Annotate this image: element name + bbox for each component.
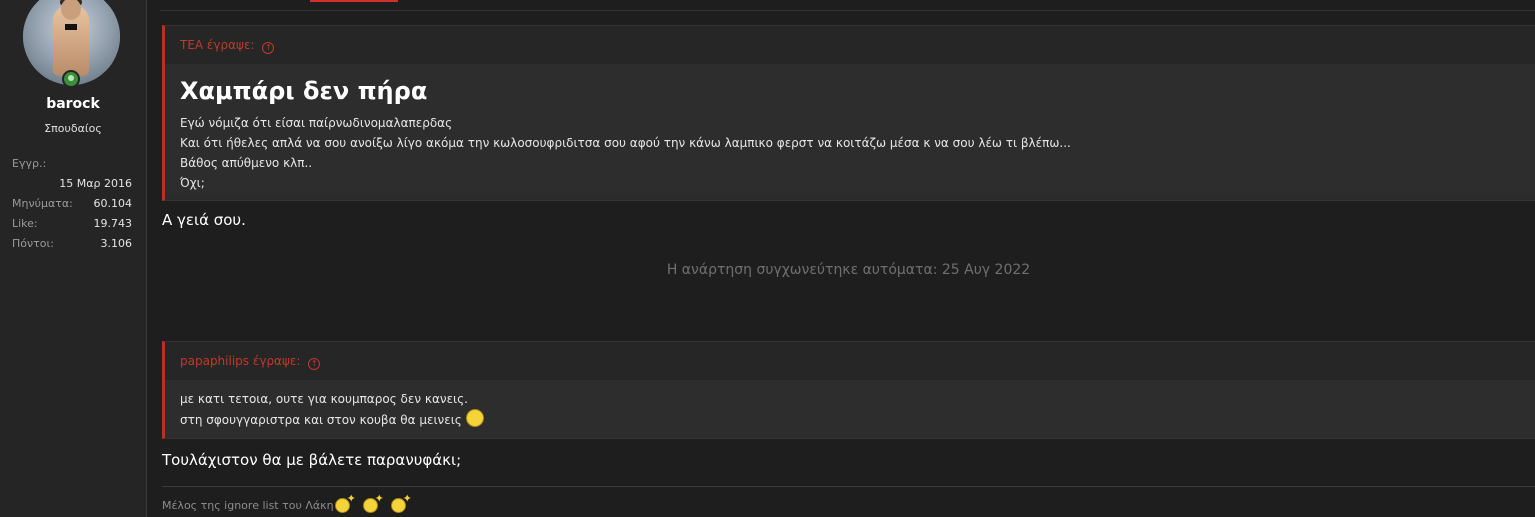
stat-value: 3.106 <box>100 237 133 250</box>
post-text: Α γειά σου. <box>162 211 246 229</box>
jump-to-quote-icon[interactable]: ↑ <box>308 358 321 370</box>
post-text: Τουλάχιστον θα με βάλετε παρανυφάκι; <box>162 451 462 469</box>
quote-heading: Χαμπάρι δεν πήρα <box>180 77 428 105</box>
dancing-smiley-icon: ✦ <box>334 492 357 513</box>
stat-label: Like: <box>12 217 38 230</box>
quote-body: με κατι τετοια, ουτε για κουμπαρος δεν κ… <box>165 380 1535 437</box>
jump-to-quote-icon[interactable]: ↑ <box>262 42 275 54</box>
user-title: Σπουδαίος <box>44 122 102 135</box>
quote-author[interactable]: papaphilips έγραψε: <box>180 354 300 368</box>
user-stats: Εγγρ.: 15 Μαρ 2016 Μηνύματα: 60.104 Like… <box>12 154 132 254</box>
stat-row-likes: Like: 19.743 <box>12 214 132 234</box>
stat-label: Μηνύματα: <box>12 197 73 210</box>
quote-body: Χαμπάρι δεν πήρα Εγώ νόμιζα ότι είσαι πα… <box>165 64 1535 193</box>
quote-line: στη σφουγγαριστρα και στον κουβα θα μειν… <box>180 409 1523 429</box>
quote-block: papaphilips έγραψε: ↑ με κατι τετοια, ου… <box>162 341 1535 439</box>
quote-author[interactable]: TEA έγραψε: <box>180 38 255 52</box>
dancing-smiley-icon: ✦ <box>390 492 413 513</box>
stat-value: 15 Μαρ 2016 <box>59 177 132 190</box>
stat-row-joined-date: 15 Μαρ 2016 <box>12 174 132 194</box>
quote-line: Όχι; <box>180 176 205 190</box>
signature: Μέλος της ignore list του Λάκη ✦ ✦ ✦ <box>162 492 413 513</box>
stat-value: 60.104 <box>93 197 133 210</box>
stat-row-messages: Μηνύματα: 60.104 <box>12 194 132 214</box>
username-link[interactable]: barock <box>0 96 146 112</box>
stat-label: Πόντοι: <box>12 237 54 250</box>
online-status-icon <box>62 70 80 88</box>
stat-label: Εγγρ.: <box>12 157 47 170</box>
quote-header[interactable]: papaphilips έγραψε: ↑ <box>165 342 1535 380</box>
stat-value: 19.743 <box>93 217 133 230</box>
auto-merge-notice: Η ανάρτηση συγχωνεύτηκε αυτόματα: 25 Αυγ… <box>666 262 1031 278</box>
worried-smiley-icon <box>465 409 484 427</box>
user-sidebar: barock Σπουδαίος Εγγρ.: 15 Μαρ 2016 Μηνύ… <box>0 0 147 517</box>
quote-line-text: στη σφουγγαριστρα και στον κουβα θα μειν… <box>180 413 462 427</box>
stat-row-joined: Εγγρ.: <box>12 154 132 174</box>
dancing-smiley-icon: ✦ <box>362 492 385 513</box>
stat-row-points: Πόντοι: 3.106 <box>12 234 132 254</box>
quote-line: με κατι τετοια, ουτε για κουμπαρος δεν κ… <box>180 392 468 406</box>
quote-header[interactable]: TEA έγραψε: ↑ <box>165 26 1535 64</box>
quote-line: Και ότι ήθελες απλά να σου ανοίξω λίγο α… <box>180 136 1071 150</box>
active-indicator <box>310 0 398 2</box>
signature-text: Μέλος της ignore list του Λάκη <box>162 499 334 512</box>
quote-block: TEA έγραψε: ↑ Χαμπάρι δεν πήρα Εγώ νόμιζ… <box>162 25 1535 201</box>
avatar-bowtie <box>65 24 77 30</box>
quote-line: Εγώ νόμιζα ότι είσαι παίρνωδινομαλαπερδα… <box>180 116 453 130</box>
signature-divider <box>162 486 1535 487</box>
post-header-bar <box>160 0 1535 11</box>
quote-line: Βάθος απύθμενο κλπ.. <box>180 156 313 170</box>
